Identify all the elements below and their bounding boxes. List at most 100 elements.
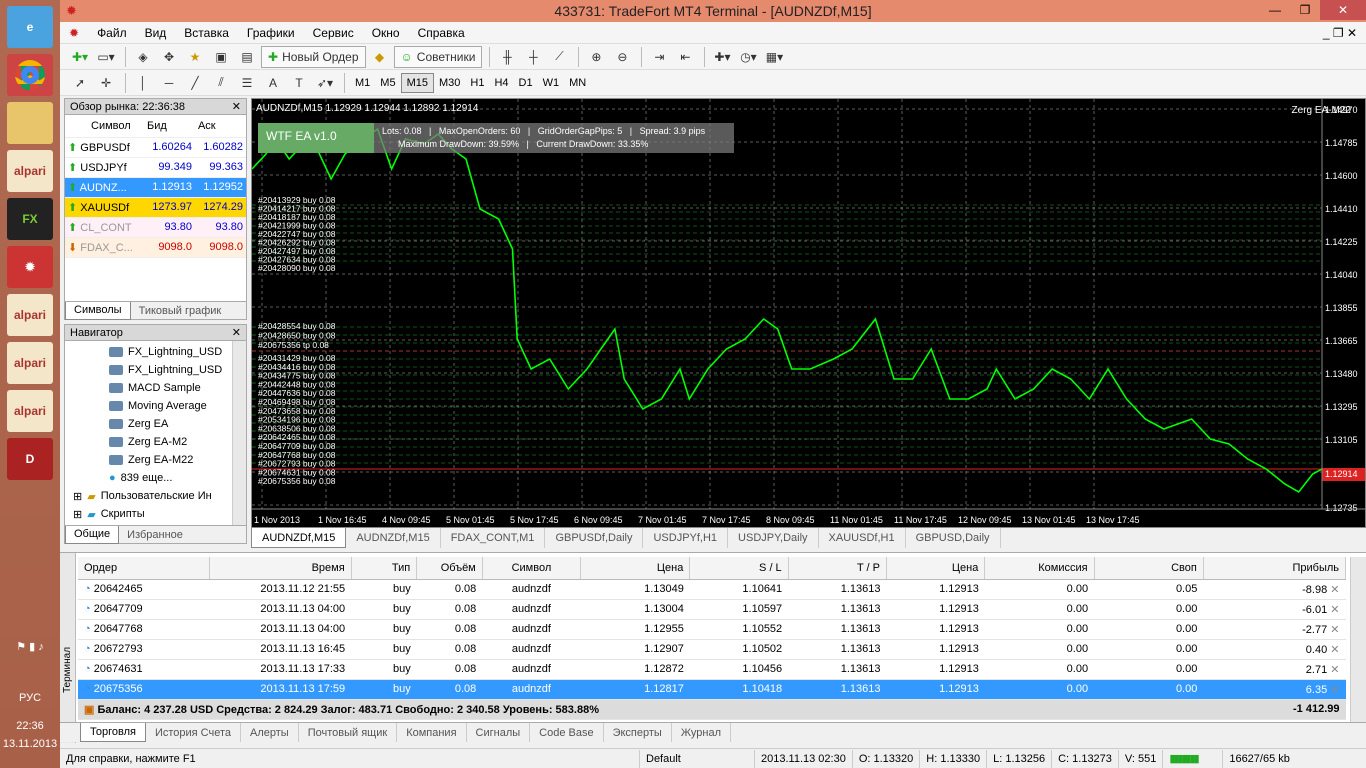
col-header[interactable]: Комиссия — [984, 557, 1095, 580]
mdi-controls[interactable]: _ ❐ ✕ — [1314, 26, 1366, 40]
col-header[interactable]: Объём — [416, 557, 483, 580]
trendline-icon[interactable]: ╱ — [183, 72, 207, 94]
close-order-icon[interactable]: ✕ — [1327, 644, 1339, 656]
minimize-button[interactable]: — — [1260, 0, 1290, 20]
nav-ea-item[interactable]: Zerg EA — [109, 415, 246, 433]
zoom-in-icon[interactable]: ⊕ — [584, 46, 608, 68]
cursor-icon[interactable]: ➚ — [68, 72, 92, 94]
navigator-scrollbar[interactable] — [232, 341, 246, 527]
market-row[interactable]: ⬆ AUDNZ... 1.12913 1.12952 — [65, 177, 246, 198]
maximize-button[interactable]: ❐ — [1290, 0, 1320, 20]
horizontal-line-icon[interactable]: ─ — [157, 72, 181, 94]
text-label-icon[interactable]: T — [287, 72, 311, 94]
nav-more-item[interactable]: ● 839 еще... — [109, 469, 246, 487]
terminal-icon[interactable]: ▣ — [209, 46, 233, 68]
close-icon[interactable]: ✕ — [232, 100, 241, 113]
clock-date[interactable]: 13.11.2013 — [0, 738, 60, 750]
terminal-tab[interactable]: Компания — [397, 723, 467, 742]
alpari-icon[interactable]: alpari — [7, 390, 53, 432]
app-icon[interactable]: ✹ — [66, 3, 77, 19]
menu-charts[interactable]: Графики — [238, 26, 304, 40]
menu-help[interactable]: Справка — [409, 26, 474, 40]
autoscroll-icon[interactable]: ⇥ — [647, 46, 671, 68]
zoom-out-icon[interactable]: ⊖ — [610, 46, 634, 68]
col-header[interactable]: Тип — [351, 557, 418, 580]
nav-ea-item[interactable]: FX_Lightning_USD — [109, 343, 246, 361]
col-header[interactable]: T / P — [788, 557, 888, 580]
app-menu-icon[interactable]: ✹ — [60, 26, 88, 40]
terminal-tab[interactable]: История Счета — [146, 723, 242, 742]
menu-insert[interactable]: Вставка — [175, 26, 238, 40]
market-row[interactable]: ⬆ USDJPYf 99.349 99.363 — [65, 157, 246, 178]
tradefort-icon[interactable]: ✹ — [7, 246, 53, 288]
chart-tab[interactable]: XAUUSDf,H1 — [819, 528, 906, 548]
menu-view[interactable]: Вид — [136, 26, 176, 40]
metaeditor-icon[interactable]: ◆ — [368, 46, 392, 68]
tab-symbols[interactable]: Символы — [65, 301, 131, 320]
nav-folder-indicators[interactable]: ⊞ ▰ Пользовательские Ин — [73, 487, 246, 505]
vertical-line-icon[interactable]: │ — [131, 72, 155, 94]
market-row[interactable]: ⬇ FDAX_C... 9098.0 9098.0 — [65, 237, 246, 258]
line-chart-icon[interactable]: ⟋ — [547, 46, 571, 68]
channel-icon[interactable]: ⫽ — [209, 72, 233, 94]
close-order-icon[interactable]: ✕ — [1327, 684, 1339, 696]
dota-icon[interactable]: D — [7, 438, 53, 480]
terminal-tab[interactable]: Сигналы — [467, 723, 531, 742]
close-order-icon[interactable]: ✕ — [1327, 604, 1339, 616]
tf-w1[interactable]: W1 — [538, 73, 565, 93]
chart-tab[interactable]: GBPUSD,Daily — [906, 528, 1001, 548]
tf-m15[interactable]: M15 — [400, 72, 434, 93]
data-window-icon[interactable]: ✥ — [157, 46, 181, 68]
alpari-icon[interactable]: alpari — [7, 294, 53, 336]
order-row[interactable]: ◔ 20672793 2013.11.13 16:45 buy 0.08 audnzdf… — [78, 639, 1346, 660]
explorer-icon[interactable] — [7, 102, 53, 144]
expand-icon[interactable]: ⊞ — [73, 490, 82, 503]
chart-tab[interactable]: USDJPY,Daily — [728, 528, 819, 548]
tf-h1[interactable]: H1 — [465, 73, 489, 93]
market-row[interactable]: ⬆ CL_CONT 93.80 93.80 — [65, 217, 246, 238]
order-row[interactable]: ◔ 20647768 2013.11.13 04:00 buy 0.08 audnzdf… — [78, 619, 1346, 640]
nav-folder-scripts[interactable]: ⊞ ▰ Скрипты — [73, 505, 246, 523]
crosshair-icon[interactable]: ✛ — [94, 72, 118, 94]
market-row[interactable]: ⬆ XAUUSDf 1273.97 1274.29 — [65, 197, 246, 218]
order-row[interactable]: ◔ 20647709 2013.11.13 04:00 buy 0.08 audnzdf… — [78, 599, 1346, 620]
profiles-icon[interactable]: ▭▾ — [94, 46, 118, 68]
alpari-icon[interactable]: alpari — [7, 150, 53, 192]
col-header[interactable]: Символ — [482, 557, 582, 580]
tester-icon[interactable]: ▤ — [235, 46, 259, 68]
col-header[interactable]: Цена — [580, 557, 691, 580]
market-watch-icon[interactable]: ◈ — [131, 46, 155, 68]
ie-icon[interactable]: e — [7, 6, 53, 48]
chart-tab[interactable]: GBPUSDf,Daily — [545, 528, 644, 548]
tf-d1[interactable]: D1 — [514, 73, 538, 93]
col-ask[interactable]: Аск — [194, 115, 246, 138]
tf-mn[interactable]: MN — [564, 73, 591, 93]
tab-tick-chart[interactable]: Тиковый график — [131, 302, 230, 320]
order-row[interactable]: ◔ 20675356 2013.11.13 17:59 buy 0.08 audnzdf… — [78, 679, 1346, 700]
close-button[interactable]: ✕ — [1320, 0, 1366, 20]
chart-tab[interactable]: AUDNZDf,M15 — [251, 528, 347, 548]
col-header[interactable]: Время — [209, 557, 352, 580]
text-icon[interactable]: A — [261, 72, 285, 94]
price-chart[interactable]: 1.14970 1.14785 1.14600 1.14410 1.14225 1.140… — [251, 98, 1366, 528]
terminal-tab[interactable]: Почтовый ящик — [299, 723, 398, 742]
advisors-button[interactable]: ☺ Советники — [393, 45, 483, 68]
fxpro-icon[interactable]: FX — [7, 198, 53, 240]
terminal-scrollbar[interactable] — [1350, 557, 1366, 723]
fibo-icon[interactable]: ☰ — [235, 72, 259, 94]
menu-tools[interactable]: Сервис — [304, 26, 363, 40]
periods-icon[interactable]: ◷▾ — [736, 46, 760, 68]
chart-shift-icon[interactable]: ⇤ — [673, 46, 697, 68]
alpari-icon[interactable]: alpari — [7, 342, 53, 384]
market-row[interactable]: ⬆ GBPUSDf 1.60264 1.60282 — [65, 137, 246, 158]
arrows-icon[interactable]: ➶▾ — [313, 72, 337, 94]
close-order-icon[interactable]: ✕ — [1327, 664, 1339, 676]
terminal-tab[interactable]: Журнал — [672, 723, 731, 742]
col-bid[interactable]: Бид — [143, 115, 195, 138]
col-symbol[interactable]: Символ — [65, 115, 144, 138]
tf-h4[interactable]: H4 — [489, 73, 513, 93]
order-row[interactable]: ◔ 20642465 2013.11.12 21:55 buy 0.08 audnzdf… — [78, 579, 1346, 600]
expand-icon[interactable]: ⊞ — [73, 508, 82, 521]
terminal-tab[interactable]: Эксперты — [604, 723, 672, 742]
nav-ea-item[interactable]: MACD Sample — [109, 379, 246, 397]
